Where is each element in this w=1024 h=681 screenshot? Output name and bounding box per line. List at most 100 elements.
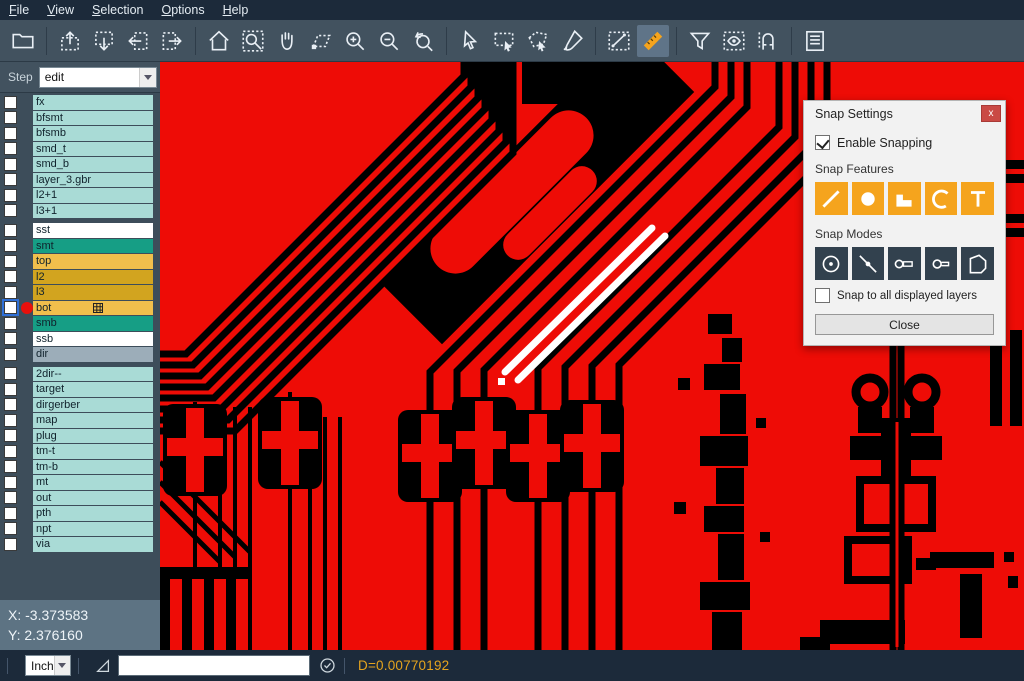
- pan-button[interactable]: [271, 25, 303, 57]
- layer-visibility-checkbox[interactable]: [4, 460, 17, 473]
- select-button[interactable]: [454, 25, 486, 57]
- filter-button[interactable]: [684, 25, 716, 57]
- close-button[interactable]: Close: [815, 314, 994, 335]
- layer-row-l2+1[interactable]: l2+1: [0, 188, 160, 203]
- layer-visibility-checkbox[interactable]: [4, 507, 17, 520]
- layer-visibility-checkbox[interactable]: [4, 189, 17, 202]
- layer-row-dir[interactable]: dir: [0, 347, 160, 362]
- shift-left-button[interactable]: [122, 25, 154, 57]
- layer-row-l2[interactable]: l2: [0, 270, 160, 285]
- layer-visibility-checkbox[interactable]: [4, 538, 17, 551]
- layer-row-out[interactable]: out: [0, 491, 160, 506]
- snap-feature-text-button[interactable]: [961, 182, 994, 215]
- layer-visibility-checkbox[interactable]: [4, 286, 17, 299]
- snap-feature-arc-button[interactable]: [925, 182, 958, 215]
- menu-file[interactable]: File: [0, 0, 38, 20]
- layer-row-plug[interactable]: plug: [0, 429, 160, 444]
- layer-row-map[interactable]: map: [0, 413, 160, 428]
- layer-visibility-checkbox[interactable]: [4, 398, 17, 411]
- layer-visibility-checkbox[interactable]: [4, 522, 17, 535]
- layer-row-sst[interactable]: sst: [0, 223, 160, 238]
- measure-input[interactable]: [118, 655, 310, 676]
- snap-feature-pad-button[interactable]: [852, 182, 885, 215]
- layer-row-mt[interactable]: mt: [0, 475, 160, 490]
- layer-visibility-checkbox[interactable]: [4, 255, 17, 268]
- enable-snapping-checkbox[interactable]: [815, 135, 830, 150]
- zoom-in-button[interactable]: [339, 25, 371, 57]
- layer-visibility-checkbox[interactable]: [4, 239, 17, 252]
- layer-visibility-checkbox[interactable]: [4, 127, 17, 140]
- angle-measure-icon[interactable]: [94, 657, 112, 675]
- layer-visibility-checkbox[interactable]: [4, 96, 17, 109]
- zoom-object-button[interactable]: [305, 25, 337, 57]
- layer-visibility-checkbox[interactable]: [4, 270, 17, 283]
- report-button[interactable]: [799, 25, 831, 57]
- snap-feature-surface-button[interactable]: [888, 182, 921, 215]
- layer-visibility-checkbox[interactable]: [4, 142, 17, 155]
- layer-row-ssb[interactable]: ssb: [0, 332, 160, 347]
- menu-selection[interactable]: Selection: [83, 0, 152, 20]
- dialog-close-button[interactable]: x: [981, 105, 1001, 122]
- layer-row-top[interactable]: top: [0, 254, 160, 269]
- layer-visibility-checkbox[interactable]: [4, 224, 17, 237]
- snap-feature-line-button[interactable]: [815, 182, 848, 215]
- shift-right-button[interactable]: [156, 25, 188, 57]
- layer-row-l3[interactable]: l3: [0, 285, 160, 300]
- layer-row-target[interactable]: target: [0, 382, 160, 397]
- layer-row-dirgerber[interactable]: dirgerber: [0, 398, 160, 413]
- layer-row-smt[interactable]: smt: [0, 239, 160, 254]
- layer-visibility-checkbox[interactable]: [4, 158, 17, 171]
- home-button[interactable]: [203, 25, 235, 57]
- unit-select[interactable]: Inch: [25, 655, 71, 676]
- layer-visibility-checkbox[interactable]: [4, 429, 17, 442]
- snap-mode-center-button[interactable]: [815, 247, 848, 280]
- layer-row-l3+1[interactable]: l3+1: [0, 204, 160, 219]
- layer-visibility-checkbox[interactable]: [4, 491, 17, 504]
- layer-row-bfsmt[interactable]: bfsmt: [0, 111, 160, 126]
- snap-mode-slot-end-button[interactable]: [925, 247, 958, 280]
- menu-options[interactable]: Options: [152, 0, 213, 20]
- brush-button[interactable]: [556, 25, 588, 57]
- layer-visibility-checkbox[interactable]: [4, 111, 17, 124]
- layer-row-smd_b[interactable]: smd_b: [0, 157, 160, 172]
- layer-visibility-checkbox[interactable]: [4, 317, 17, 330]
- layer-row-smb[interactable]: smb: [0, 316, 160, 331]
- refresh-measure-icon[interactable]: [318, 656, 337, 675]
- layer-row-tm-b[interactable]: tm-b: [0, 460, 160, 475]
- layer-row-npt[interactable]: npt: [0, 522, 160, 537]
- snap-mode-slot-start-button[interactable]: [888, 247, 921, 280]
- enable-snapping-row[interactable]: Enable Snapping: [815, 135, 994, 150]
- layer-row-smd_t[interactable]: smd_t: [0, 142, 160, 157]
- snap-button[interactable]: [752, 25, 784, 57]
- layer-visibility-checkbox[interactable]: [4, 476, 17, 489]
- menu-help[interactable]: Help: [214, 0, 258, 20]
- snap-mode-corner-button[interactable]: [961, 247, 994, 280]
- view-options-button[interactable]: [718, 25, 750, 57]
- layer-row-via[interactable]: via: [0, 537, 160, 552]
- layer-row-bot[interactable]: bot: [0, 301, 160, 316]
- layer-visibility-checkbox[interactable]: [4, 332, 17, 345]
- ruler-button[interactable]: [637, 25, 669, 57]
- layer-visibility-checkbox[interactable]: [4, 367, 17, 380]
- layer-row-bfsmb[interactable]: bfsmb: [0, 126, 160, 141]
- zoom-out-button[interactable]: [373, 25, 405, 57]
- layer-visibility-checkbox[interactable]: [4, 204, 17, 217]
- zoom-window-button[interactable]: [237, 25, 269, 57]
- select-polygon-button[interactable]: [522, 25, 554, 57]
- shift-down-button[interactable]: [88, 25, 120, 57]
- layer-row-tm-t[interactable]: tm-t: [0, 444, 160, 459]
- open-button[interactable]: [7, 25, 39, 57]
- menu-view[interactable]: View: [38, 0, 83, 20]
- layer-grid-icon[interactable]: [93, 303, 150, 313]
- zoom-previous-button[interactable]: [407, 25, 439, 57]
- step-select[interactable]: edit: [39, 67, 157, 88]
- layer-visibility-checkbox[interactable]: [4, 173, 17, 186]
- layer-visibility-checkbox[interactable]: [4, 414, 17, 427]
- layer-row-2dir--[interactable]: 2dir--: [0, 367, 160, 382]
- layer-visibility-checkbox[interactable]: [4, 301, 17, 314]
- snap-all-layers-checkbox[interactable]: [815, 288, 830, 303]
- layer-visibility-checkbox[interactable]: [4, 445, 17, 458]
- shift-up-button[interactable]: [54, 25, 86, 57]
- layer-row-fx[interactable]: fx: [0, 95, 160, 110]
- measure-line-button[interactable]: [603, 25, 635, 57]
